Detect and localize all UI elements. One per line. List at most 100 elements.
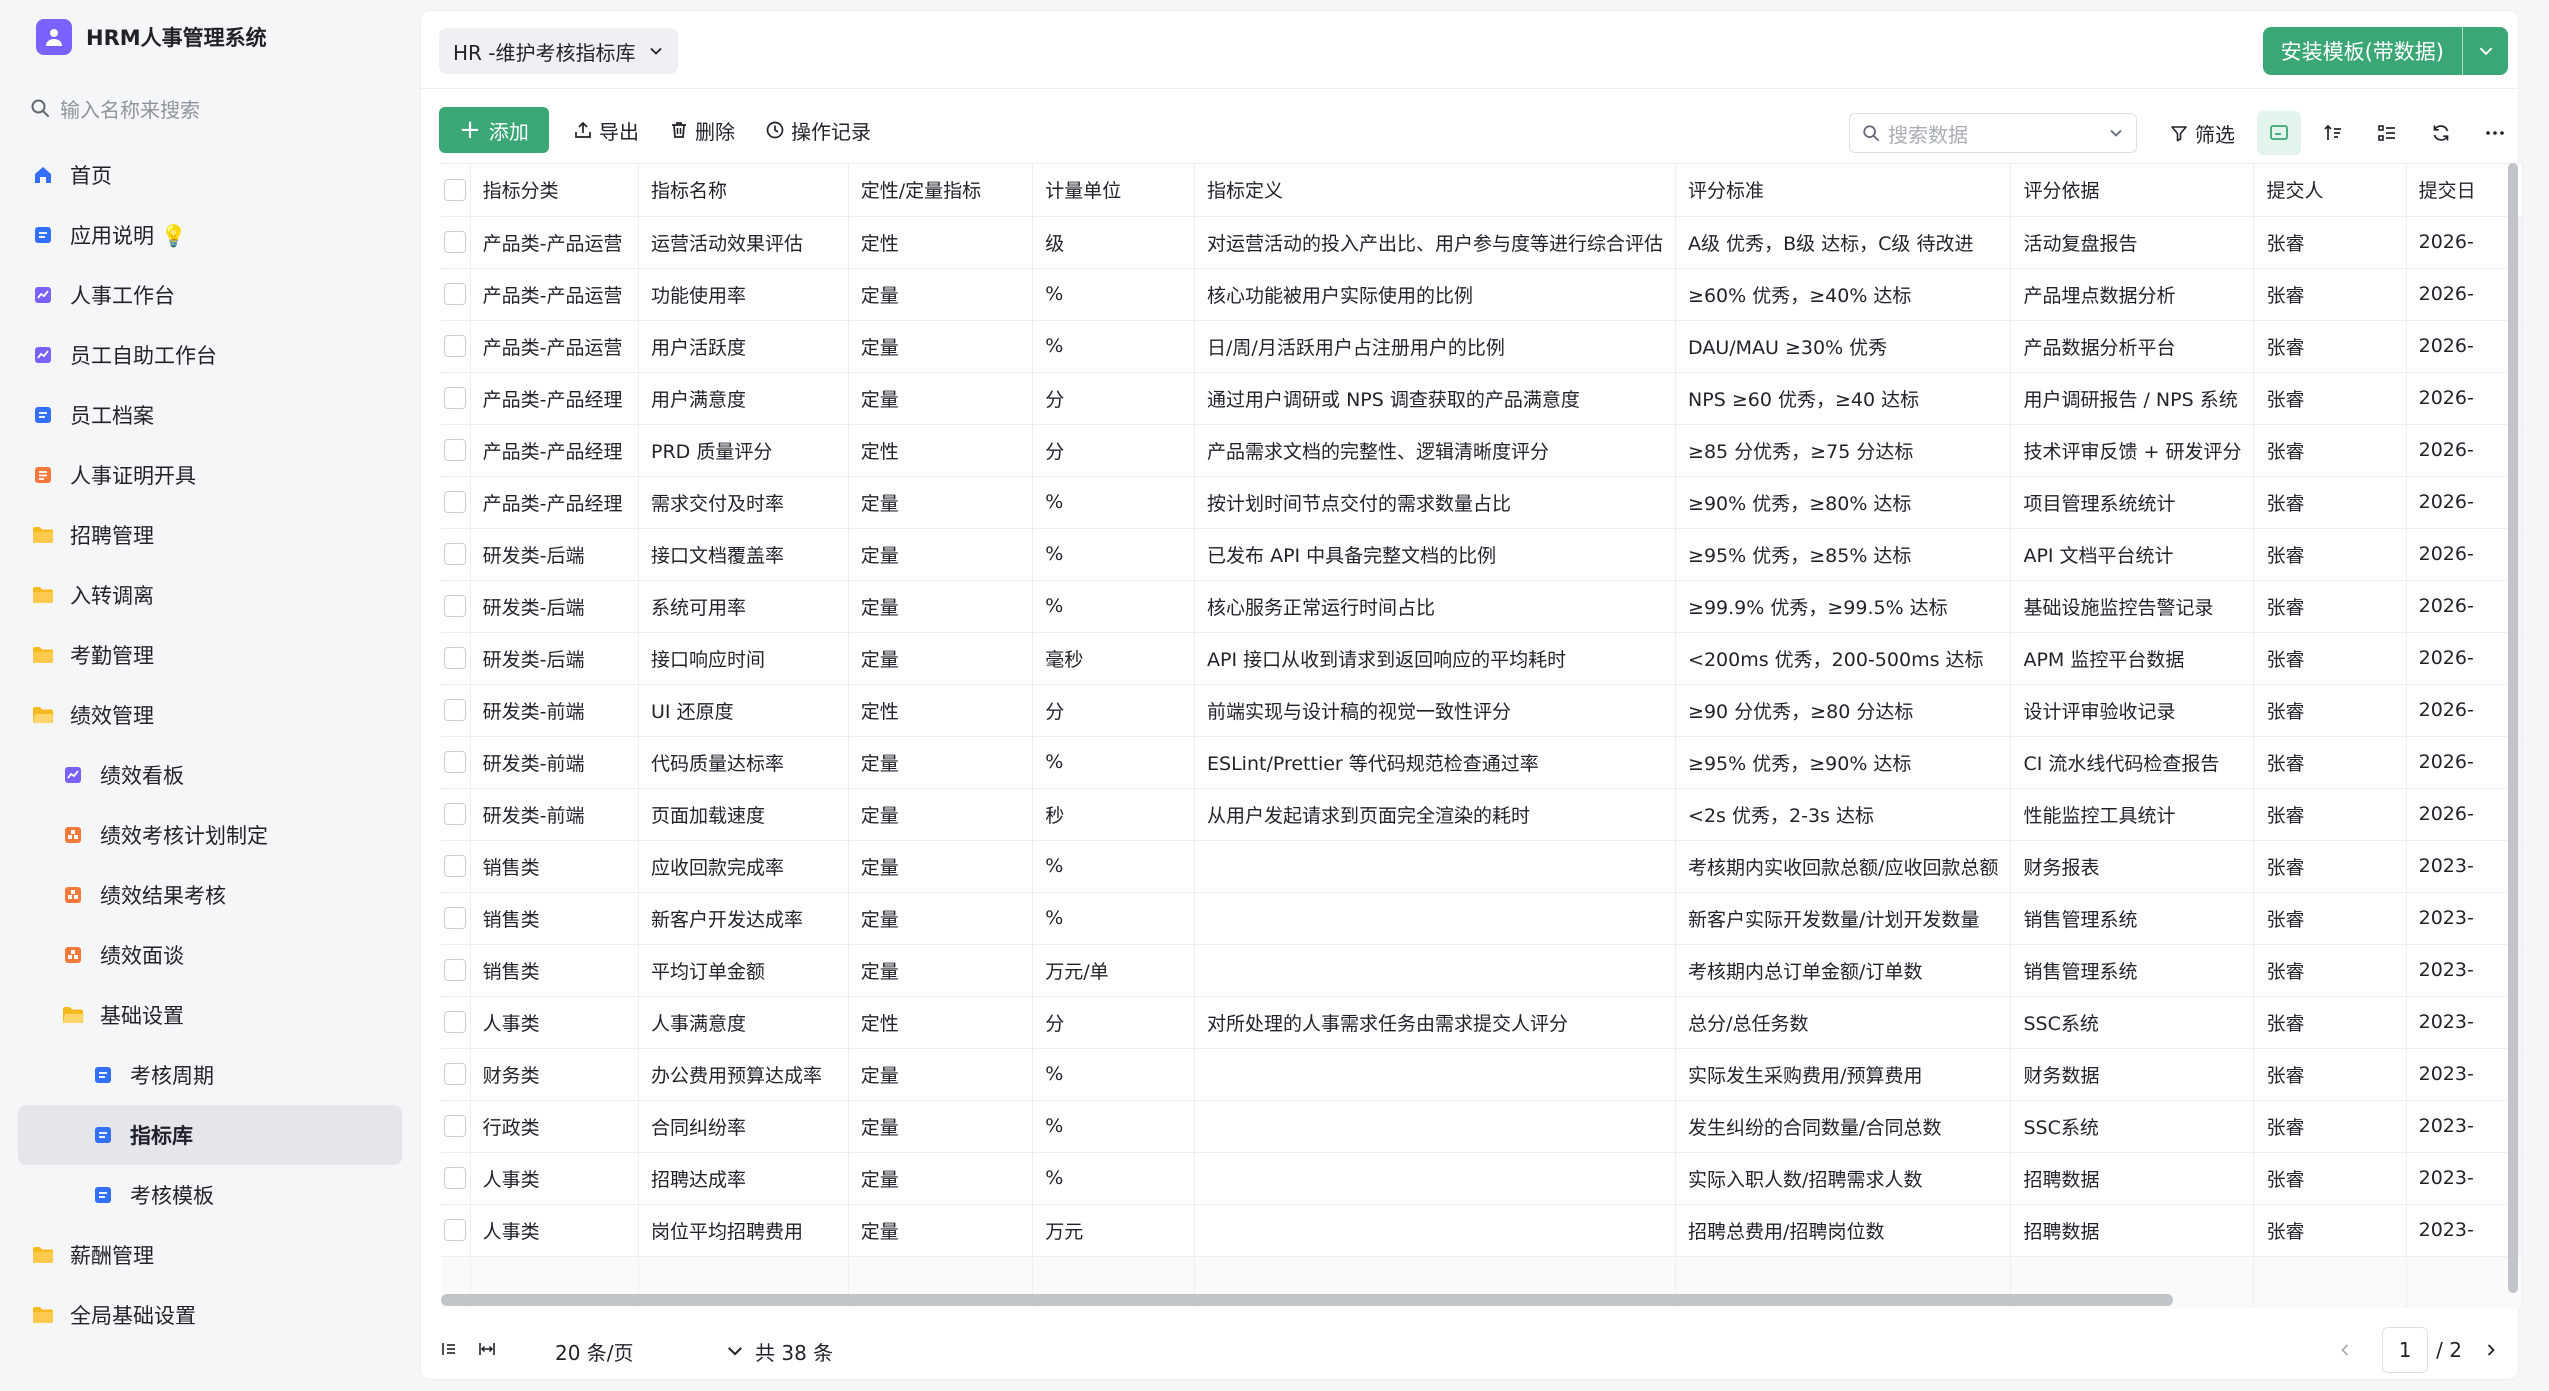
table-row[interactable]: 研发类-后端 接口文档覆盖率 定量% 已发布 API 中具备完整文档的比例 ≥95% 优… [441, 528, 2523, 581]
table-cell[interactable]: 销售类 [470, 840, 640, 893]
table-cell[interactable]: 2026- [2406, 424, 2523, 477]
table-row[interactable]: 人事类 人事满意度 定性分对所处理的人事需求任务由需求提交人评分 总分/总任务数 SSC… [441, 996, 2523, 1049]
column-header[interactable]: 提交人 [2253, 164, 2407, 217]
table-cell[interactable]: 张睿 [2253, 528, 2407, 581]
table-cell[interactable]: 从用户发起请求到页面完全渲染的耗时 [1194, 788, 1677, 841]
table-cell[interactable]: PRD 质量评分 [638, 424, 849, 477]
table-cell[interactable]: % [1032, 1152, 1196, 1205]
horizontal-scrollbar[interactable] [441, 1294, 2173, 1306]
table-row[interactable]: 销售类 新客户开发达成率 定量% 新客户实际开发数量/计划开发数量 销售管理系统 张睿 20… [441, 892, 2523, 945]
table-cell[interactable]: 定量 [848, 580, 1034, 633]
table-cell[interactable]: 张睿 [2253, 996, 2407, 1049]
table-cell[interactable]: 分 [1032, 372, 1196, 425]
table-cell[interactable]: 张睿 [2253, 424, 2407, 477]
table-cell[interactable]: 2023- [2406, 996, 2523, 1049]
table-cell[interactable]: 行政类 [470, 1100, 640, 1153]
table-cell[interactable]: 招聘数据 [2010, 1152, 2255, 1205]
table-cell[interactable]: 产品数据分析平台 [2010, 320, 2255, 373]
table-cell[interactable]: 2026- [2406, 736, 2523, 789]
table-cell[interactable]: % [1032, 1100, 1196, 1153]
row-checkbox[interactable] [444, 647, 467, 670]
table-cell[interactable]: 页面加载速度 [638, 788, 849, 841]
table-cell[interactable]: 张睿 [2253, 216, 2407, 269]
table-row[interactable]: 人事类 招聘达成率 定量% 实际入职人数/招聘需求人数 招聘数据 张睿 2023- [441, 1152, 2523, 1205]
table-cell[interactable]: 研发类-后端 [470, 528, 640, 581]
refresh-button[interactable] [2419, 111, 2463, 155]
table-cell[interactable]: 张睿 [2253, 840, 2407, 893]
row-checkbox[interactable] [444, 855, 467, 878]
table-row[interactable]: 研发类-后端 接口响应时间 定量 毫秒 API 接口从收到请求到返回响应的平均耗时 <20… [441, 632, 2523, 685]
table-cell[interactable]: 2023- [2406, 892, 2523, 945]
table-cell[interactable]: 分 [1032, 684, 1196, 737]
table-cell[interactable]: 用户调研报告 / NPS 系统 [2010, 372, 2255, 425]
table-cell[interactable]: 销售类 [470, 944, 640, 997]
table-cell[interactable]: 定量 [848, 1100, 1034, 1153]
table-cell[interactable]: 前端实现与设计稿的视觉一致性评分 [1194, 684, 1677, 737]
group-button[interactable] [2365, 111, 2409, 155]
table-cell[interactable]: ≥90% 优秀，≥80% 达标 [1675, 476, 2012, 529]
table-cell[interactable] [1194, 944, 1677, 997]
table-cell[interactable]: APM 监控平台数据 [2010, 632, 2255, 685]
table-cell[interactable]: 考核期内实收回款总额/应收回款总额 [1675, 840, 2012, 893]
row-checkbox[interactable] [444, 1115, 467, 1138]
table-cell[interactable]: 考核期内总订单金额/订单数 [1675, 944, 2012, 997]
row-checkbox[interactable] [444, 491, 467, 514]
table-cell[interactable]: 新客户开发达成率 [638, 892, 849, 945]
table-cell[interactable]: 定量 [848, 372, 1034, 425]
table-cell[interactable]: 核心功能被用户实际使用的比例 [1194, 268, 1677, 321]
card-view-button[interactable] [2257, 111, 2301, 155]
table-cell[interactable]: 产品类-产品运营 [470, 320, 640, 373]
table-cell[interactable]: 万元/单 [1032, 944, 1196, 997]
table-cell[interactable]: 张睿 [2253, 892, 2407, 945]
table-cell[interactable]: 2026- [2406, 632, 2523, 685]
table-cell[interactable]: 2026- [2406, 684, 2523, 737]
vertical-scrollbar[interactable] [2508, 163, 2518, 1293]
table-cell[interactable]: 总分/总任务数 [1675, 996, 2012, 1049]
sort-button[interactable] [2311, 111, 2355, 155]
sidebar-search-input[interactable]: 输入名称来搜索 [30, 88, 380, 128]
table-cell[interactable]: 2023- [2406, 1204, 2523, 1257]
data-search-input[interactable]: 搜索数据 [1849, 113, 2137, 153]
row-checkbox[interactable] [444, 1063, 467, 1086]
table-cell[interactable]: 分 [1032, 424, 1196, 477]
table-row[interactable]: 研发类-前端 代码质量达标率 定量% ESLint/Prettier 等代码规范检查通… [441, 736, 2523, 789]
table-cell[interactable]: 2026- [2406, 372, 2523, 425]
table-row[interactable]: 研发类-前端 UI 还原度 定性分前端实现与设计稿的视觉一致性评分 ≥90 分优秀，≥… [441, 684, 2523, 737]
brand[interactable]: HRM人事管理系统 [36, 16, 267, 58]
table-cell[interactable]: 万元 [1032, 1204, 1196, 1257]
table-cell[interactable]: 定性 [848, 996, 1034, 1049]
sidebar-item-indicator-library[interactable]: 指标库 [18, 1105, 402, 1165]
table-cell[interactable]: 产品类-产品经理 [470, 424, 640, 477]
table-cell[interactable]: % [1032, 580, 1196, 633]
column-header[interactable]: 评分标准 [1675, 164, 2012, 217]
table-cell[interactable]: 产品类-产品经理 [470, 372, 640, 425]
table-cell[interactable]: 定量 [848, 268, 1034, 321]
table-cell[interactable]: 招聘总费用/招聘岗位数 [1675, 1204, 2012, 1257]
table-cell[interactable]: 已发布 API 中具备完整文档的比例 [1194, 528, 1677, 581]
table-cell[interactable]: 销售管理系统 [2010, 944, 2255, 997]
table-cell[interactable]: 设计评审验收记录 [2010, 684, 2255, 737]
table-cell[interactable]: 销售管理系统 [2010, 892, 2255, 945]
table-cell[interactable]: 秒 [1032, 788, 1196, 841]
table-cell[interactable]: API 文档平台统计 [2010, 528, 2255, 581]
sidebar-item-app-guide[interactable]: 应用说明 💡 [18, 205, 402, 265]
table-cell[interactable]: 实际入职人数/招聘需求人数 [1675, 1152, 2012, 1205]
table-cell[interactable]: 定量 [848, 944, 1034, 997]
table-cell[interactable]: 定性 [848, 684, 1034, 737]
table-cell[interactable]: 张睿 [2253, 736, 2407, 789]
table-cell[interactable] [1194, 892, 1677, 945]
select-all-checkbox[interactable] [444, 179, 467, 201]
table-cell[interactable]: ESLint/Prettier 等代码规范检查通过率 [1194, 736, 1677, 789]
table-cell[interactable]: 毫秒 [1032, 632, 1196, 685]
table-row[interactable]: 产品类-产品经理 用户满意度 定量分通过用户调研或 NPS 调查获取的产品满意度 NP… [441, 372, 2523, 425]
chevron-down-icon[interactable] [2108, 125, 2124, 141]
table-cell[interactable]: 2026- [2406, 580, 2523, 633]
table-cell[interactable]: 产品类-产品运营 [470, 268, 640, 321]
sidebar-item-hr-workbench[interactable]: 人事工作台 [18, 265, 402, 325]
table-cell[interactable]: SSC系统 [2010, 1100, 2255, 1153]
table-cell[interactable]: 功能使用率 [638, 268, 849, 321]
table-cell[interactable]: 2026- [2406, 268, 2523, 321]
table-cell[interactable]: 张睿 [2253, 1100, 2407, 1153]
table-cell[interactable]: % [1032, 528, 1196, 581]
table-cell[interactable]: 2023- [2406, 1048, 2523, 1101]
